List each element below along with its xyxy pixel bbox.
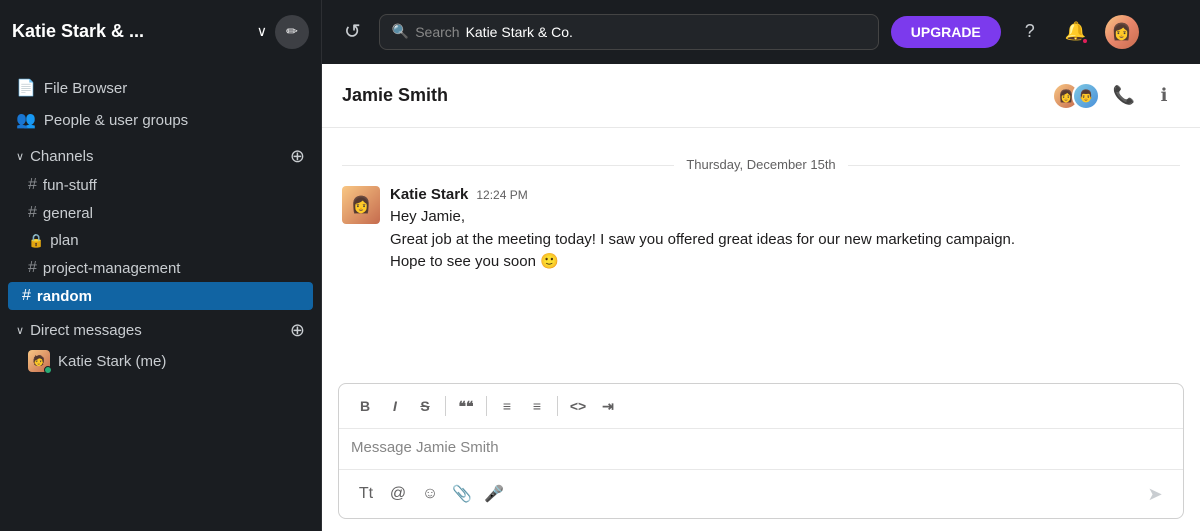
search-query: Katie Stark & Co. bbox=[466, 24, 573, 40]
notifications-button[interactable]: 🔔 bbox=[1059, 15, 1093, 49]
lock-icon: 🔒 bbox=[28, 233, 44, 249]
channel-name: plan bbox=[50, 232, 78, 249]
notification-dot bbox=[1081, 37, 1089, 45]
chat-area: Jamie Smith 👩 👨 📞 ℹ Thursday, December 1… bbox=[322, 64, 1200, 531]
info-button[interactable]: ℹ bbox=[1148, 80, 1180, 112]
channels-section-header[interactable]: ∨ Channels ⊕ bbox=[0, 136, 321, 171]
main-body: 📄 File Browser 👥 People & user groups ∨ … bbox=[0, 64, 1200, 531]
bold-button[interactable]: B bbox=[351, 392, 379, 420]
ordered-list-button[interactable]: ≡ bbox=[493, 392, 521, 420]
hash-icon: # bbox=[22, 287, 31, 305]
dm-section-header[interactable]: ∨ Direct messages ⊕ bbox=[0, 310, 321, 345]
channel-item-plan[interactable]: 🔒 plan bbox=[0, 227, 321, 254]
mention-button[interactable]: @ bbox=[383, 479, 413, 509]
people-groups-label: People & user groups bbox=[44, 112, 188, 129]
audio-button[interactable]: 🎤 bbox=[479, 479, 509, 509]
avatar-jamie: 👨 bbox=[1072, 82, 1100, 110]
upgrade-button[interactable]: UPGRADE bbox=[891, 16, 1001, 48]
message-text: Hey Jamie, Great job at the meeting toda… bbox=[390, 206, 1015, 274]
messages-area: Thursday, December 15th 👩 Katie Stark 12… bbox=[322, 128, 1200, 371]
channel-name: project-management bbox=[43, 260, 181, 277]
channels-section-label: Channels bbox=[30, 148, 284, 165]
toolbar-divider-1 bbox=[445, 396, 446, 416]
send-button[interactable]: ➤ bbox=[1139, 478, 1171, 510]
help-button[interactable]: ? bbox=[1013, 15, 1047, 49]
chat-header: Jamie Smith 👩 👨 📞 ℹ bbox=[322, 64, 1200, 128]
message: 👩 Katie Stark 12:24 PM Hey Jamie, Great … bbox=[342, 186, 1180, 274]
message-author: Katie Stark bbox=[390, 186, 468, 203]
chat-title: Jamie Smith bbox=[342, 85, 1052, 106]
message-avatar: 👩 bbox=[342, 186, 380, 224]
channel-item-fun-stuff[interactable]: # fun-stuff bbox=[0, 171, 321, 199]
channel-name: random bbox=[37, 288, 92, 305]
attachment-button[interactable]: 📎 bbox=[447, 479, 477, 509]
channel-name: general bbox=[43, 205, 93, 222]
dm-avatar: 🧑 bbox=[28, 350, 50, 372]
message-time: 12:24 PM bbox=[476, 188, 527, 202]
search-bar[interactable]: 🔍 Search Katie Stark & Co. bbox=[379, 14, 879, 50]
channel-item-general[interactable]: # general bbox=[0, 199, 321, 227]
help-icon: ? bbox=[1025, 21, 1035, 42]
sidebar-item-file-browser[interactable]: 📄 File Browser bbox=[0, 72, 321, 104]
sidebar-item-people-groups[interactable]: 👥 People & user groups bbox=[0, 104, 321, 136]
code-button[interactable]: <> bbox=[564, 392, 592, 420]
workspace-name: Katie Stark & ... bbox=[12, 21, 249, 42]
composer-box: B I S ❝❝ ≡ ≡ <> ⇥ Message Jamie Smith Tt bbox=[338, 383, 1184, 519]
unordered-list-button[interactable]: ≡ bbox=[523, 392, 551, 420]
channels-chevron-icon: ∨ bbox=[16, 150, 24, 163]
italic-button[interactable]: I bbox=[381, 392, 409, 420]
search-label: Search bbox=[415, 24, 459, 40]
text-format-button[interactable]: Tt bbox=[351, 479, 381, 509]
dm-chevron-icon: ∨ bbox=[16, 324, 24, 337]
main-header: ↺ 🔍 Search Katie Stark & Co. UPGRADE ? 🔔… bbox=[322, 0, 1200, 64]
hash-icon: # bbox=[28, 259, 37, 277]
dm-name: Katie Stark (me) bbox=[58, 353, 166, 370]
channel-item-project-management[interactable]: # project-management bbox=[0, 254, 321, 282]
composer-area: B I S ❝❝ ≡ ≡ <> ⇥ Message Jamie Smith Tt bbox=[322, 371, 1200, 531]
composer-footer: Tt @ ☺ 📎 🎤 ➤ bbox=[339, 469, 1183, 518]
message-header: Katie Stark 12:24 PM bbox=[390, 186, 1015, 203]
avatar-group: 👩 👨 bbox=[1052, 82, 1100, 110]
toolbar-divider-3 bbox=[557, 396, 558, 416]
workspace-area: Katie Stark & ... ∨ ✏ bbox=[0, 0, 322, 64]
call-button[interactable]: 📞 bbox=[1108, 80, 1140, 112]
hash-icon: # bbox=[28, 204, 37, 222]
composer-toolbar: B I S ❝❝ ≡ ≡ <> ⇥ bbox=[339, 384, 1183, 429]
edit-workspace-button[interactable]: ✏ bbox=[275, 15, 309, 49]
strikethrough-button[interactable]: S bbox=[411, 392, 439, 420]
date-label: Thursday, December 15th bbox=[674, 157, 847, 172]
channel-item-random[interactable]: # random bbox=[8, 282, 313, 310]
history-button[interactable]: ↺ bbox=[338, 13, 367, 50]
dm-item-katie-stark[interactable]: 🧑 Katie Stark (me) bbox=[0, 345, 321, 377]
channel-name: fun-stuff bbox=[43, 177, 97, 194]
online-dot bbox=[44, 366, 52, 374]
toolbar-divider-2 bbox=[486, 396, 487, 416]
message-content: Katie Stark 12:24 PM Hey Jamie, Great jo… bbox=[390, 186, 1015, 274]
add-dm-button[interactable]: ⊕ bbox=[290, 320, 305, 341]
file-browser-label: File Browser bbox=[44, 80, 127, 97]
file-browser-icon: 📄 bbox=[16, 78, 36, 98]
sidebar: 📄 File Browser 👥 People & user groups ∨ … bbox=[0, 64, 322, 531]
search-icon: 🔍 bbox=[392, 23, 409, 40]
dm-section-label: Direct messages bbox=[30, 322, 284, 339]
chat-header-actions: 👩 👨 📞 ℹ bbox=[1052, 80, 1180, 112]
emoji-button[interactable]: ☺ bbox=[415, 479, 445, 509]
top-header: Katie Stark & ... ∨ ✏ ↺ 🔍 Search Katie S… bbox=[0, 0, 1200, 64]
date-divider: Thursday, December 15th bbox=[342, 156, 1180, 174]
add-channel-button[interactable]: ⊕ bbox=[290, 146, 305, 167]
composer-placeholder: Message Jamie Smith bbox=[351, 439, 499, 456]
composer-input[interactable]: Message Jamie Smith bbox=[339, 429, 1183, 469]
people-groups-icon: 👥 bbox=[16, 110, 36, 130]
blockquote-button[interactable]: ❝❝ bbox=[452, 392, 480, 420]
user-avatar[interactable]: 👩 bbox=[1105, 15, 1139, 49]
hash-icon: # bbox=[28, 176, 37, 194]
code-block-button[interactable]: ⇥ bbox=[594, 392, 622, 420]
workspace-chevron-icon[interactable]: ∨ bbox=[257, 23, 267, 40]
